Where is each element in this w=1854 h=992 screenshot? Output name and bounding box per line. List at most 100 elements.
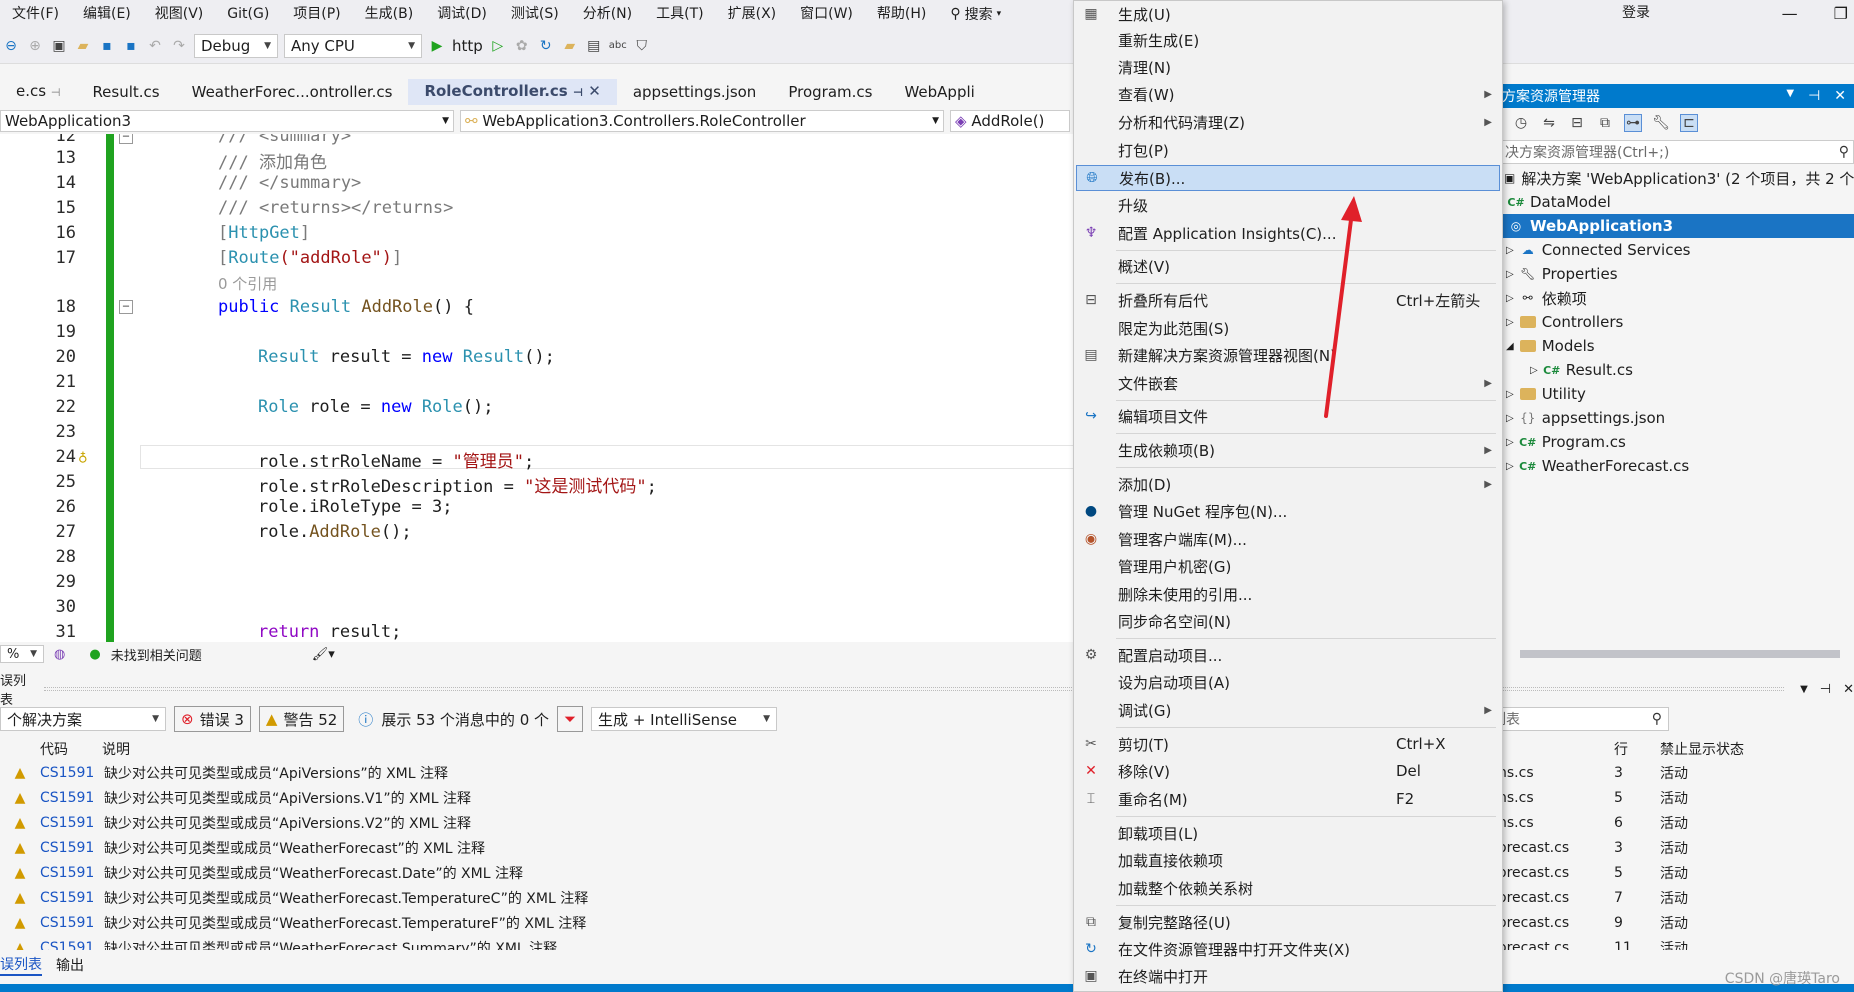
tab-weatherforecast-controller[interactable]: WeatherForec...ontroller.cs: [176, 80, 409, 104]
tab-error-list[interactable]: 误列表: [0, 954, 42, 976]
error-code[interactable]: CS1591: [40, 815, 104, 831]
close-icon[interactable]: ✕: [588, 82, 601, 100]
menu-item-rename[interactable]: ⌶ 重命名(M) F2: [1076, 786, 1500, 812]
menu-view[interactable]: 视图(V): [143, 0, 216, 28]
menu-analyze[interactable]: 分析(N): [571, 0, 644, 28]
login-link[interactable]: 登录: [1622, 2, 1650, 22]
menu-item-open-terminal[interactable]: ▣ 在终端中打开: [1076, 963, 1500, 989]
preview-icon[interactable]: ⊏: [1680, 114, 1698, 132]
brush-icon[interactable]: 🖌︎▾: [312, 647, 335, 662]
expand-arrow-icon[interactable]: ▷: [1506, 317, 1514, 328]
menu-item-rebuild[interactable]: 重新生成(E): [1076, 27, 1500, 53]
error-code[interactable]: CS1591: [40, 890, 104, 906]
menu-project[interactable]: 项目(P): [281, 0, 352, 28]
tab-appsettings[interactable]: appsettings.json: [617, 80, 773, 104]
close-icon[interactable]: ✕: [1834, 88, 1846, 104]
save-icon[interactable]: ▪: [98, 37, 116, 55]
menu-item-pack[interactable]: 打包(P): [1076, 137, 1500, 163]
start-without-debug-icon[interactable]: ▷: [489, 37, 507, 55]
back-icon[interactable]: ⊖: [2, 37, 20, 55]
tree-item-dependencies[interactable]: ▷ ⚯ 依赖项: [1500, 286, 1854, 310]
menu-build[interactable]: 生成(B): [353, 0, 426, 28]
menu-item-unload-project[interactable]: 卸载项目(L): [1076, 820, 1500, 846]
menu-item-clean[interactable]: 清理(N): [1076, 54, 1500, 80]
menu-help[interactable]: 帮助(H): [865, 0, 938, 28]
menu-debug[interactable]: 调试(D): [425, 0, 499, 28]
error-code[interactable]: CS1591: [40, 840, 104, 856]
menu-item-analyze[interactable]: 分析和代码清理(Z) ▶: [1076, 109, 1500, 135]
expand-arrow-icon[interactable]: ▷: [1506, 269, 1514, 280]
member-dropdown[interactable]: ◈ AddRole(): [950, 110, 1070, 132]
tab-output[interactable]: 输出: [56, 955, 84, 975]
menu-item-nuget[interactable]: ● 管理 NuGet 程序包(N)...: [1076, 498, 1500, 524]
column-line[interactable]: 行: [1614, 739, 1628, 759]
tree-item-properties[interactable]: ▷ 🔧︎ Properties: [1500, 262, 1854, 286]
error-code[interactable]: CS1591: [40, 940, 104, 951]
menu-item-edit-project[interactable]: ↪ 编辑项目文件: [1076, 403, 1500, 429]
tab-e-cs[interactable]: e.cs ⊣: [0, 79, 76, 105]
menu-item-cut[interactable]: ✂ 剪切(T) Ctrl+X: [1076, 731, 1500, 757]
tab-result-cs[interactable]: Result.cs: [76, 80, 175, 104]
dropdown-icon[interactable]: ▼: [1800, 684, 1808, 695]
lightbulb-icon[interactable]: ♁: [78, 447, 88, 466]
menu-item-new-view[interactable]: ▤ 新建解决方案资源管理器视图(N): [1076, 342, 1500, 368]
collapse-arrow-icon[interactable]: ◢: [1506, 341, 1514, 352]
collapse-all-icon[interactable]: ⊟: [1568, 114, 1586, 132]
code-editor[interactable]: 12 13 14 15 16 17 18 19 20 21 22 23 24 2…: [0, 134, 1074, 642]
folder-icon[interactable]: ▰: [561, 37, 579, 55]
spellcheck-icon[interactable]: abc: [609, 37, 627, 55]
menu-edit[interactable]: 编辑(E): [71, 0, 143, 28]
tree-item-program-cs[interactable]: ▷ C# Program.cs: [1500, 430, 1854, 454]
menu-item-view[interactable]: 查看(W) ▶: [1076, 81, 1500, 107]
expand-arrow-icon[interactable]: ▷: [1530, 365, 1538, 376]
table-row[interactable]: ▲ CS1591 缺少对公共可见类型或成员“ApiVersions.V1”的 XML…: [0, 785, 1854, 810]
menu-item-build[interactable]: ▦ 生成(U): [1076, 1, 1500, 27]
table-row[interactable]: ▲ CS1591 缺少对公共可见类型或成员“WeatherForecast”的 XM…: [0, 835, 1854, 860]
tree-item-connected-services[interactable]: ▷ ☁ Connected Services: [1500, 238, 1854, 262]
menu-item-app-insights[interactable]: ♆ 配置 Application Insights(C)...: [1076, 220, 1500, 246]
menu-item-load-dep-tree[interactable]: 加载整个依赖关系树: [1076, 875, 1500, 901]
solution-search-input[interactable]: 决方案资源管理器(Ctrl+;) ⚲: [1500, 140, 1854, 164]
menu-item-collapse-all[interactable]: ⊟ 折叠所有后代 Ctrl+左箭头: [1076, 287, 1500, 313]
pin-icon[interactable]: ⊣: [573, 86, 583, 99]
menu-file[interactable]: 文件(F): [0, 0, 71, 28]
error-code[interactable]: CS1591: [40, 765, 104, 781]
menu-item-debug[interactable]: 调试(G) ▶: [1076, 697, 1500, 723]
menu-item-user-secrets[interactable]: 管理用户机密(G): [1076, 553, 1500, 579]
search-box[interactable]: ⚲ 搜索 ▾: [950, 4, 1001, 24]
run-target-label[interactable]: http: [452, 37, 483, 55]
menu-item-remove[interactable]: ✕ 移除(V) Del: [1076, 758, 1500, 784]
menu-item-file-nesting[interactable]: 文件嵌套 ▶: [1076, 370, 1500, 396]
menu-extensions[interactable]: 扩展(X): [716, 0, 789, 28]
tab-webappli[interactable]: WebAppli: [888, 80, 990, 104]
minimize-button[interactable]: —: [1782, 0, 1798, 28]
refresh-icon[interactable]: ↻: [537, 37, 555, 55]
collapse-toggle[interactable]: −: [119, 134, 133, 144]
table-row[interactable]: ▲ CS1591 缺少对公共可见类型或成员“WeatherForecast.Temp…: [0, 910, 1854, 935]
class-dropdown[interactable]: ⚯ WebApplication3.Controllers.RoleContro…: [460, 110, 944, 132]
tree-item-result-cs[interactable]: ▷ C# Result.cs: [1500, 358, 1854, 382]
menu-item-upgrade[interactable]: 升级: [1076, 192, 1500, 218]
menu-item-client-libraries[interactable]: ◉ 管理客户端库(M)...: [1076, 526, 1500, 552]
expand-arrow-icon[interactable]: ▷: [1506, 413, 1514, 424]
menu-window[interactable]: 窗口(W): [788, 0, 865, 28]
table-row[interactable]: ▲ CS1591 缺少对公共可见类型或成员“WeatherForecast.Temp…: [0, 885, 1854, 910]
configuration-select[interactable]: Debug ▼: [194, 33, 278, 58]
bookmark-icon[interactable]: ⛉: [633, 37, 651, 55]
filter-button[interactable]: ⏷: [557, 706, 584, 732]
menu-item-publish[interactable]: 🌐︎ 发布(B)...: [1076, 165, 1500, 191]
menu-git[interactable]: Git(G): [215, 0, 281, 28]
errors-toggle[interactable]: ⊗ 错误 3: [174, 706, 251, 732]
menu-item-scope[interactable]: 限定为此范围(S): [1076, 315, 1500, 341]
table-row[interactable]: ▲ CS1591 缺少对公共可见类型或成员“ApiVersions.V2”的 XML…: [0, 810, 1854, 835]
codelens-references[interactable]: 0 个引用: [218, 273, 277, 294]
menu-item-set-startup[interactable]: 设为启动项目(A): [1076, 669, 1500, 695]
menu-test[interactable]: 测试(S): [499, 0, 571, 28]
menu-item-load-direct-deps[interactable]: 加载直接依赖项: [1076, 847, 1500, 873]
menu-item-copy-path[interactable]: ⧉ 复制完整路径(U): [1076, 909, 1500, 935]
history-icon[interactable]: ◷: [1512, 114, 1530, 132]
menu-item-open-in-explorer[interactable]: ↻ 在文件资源管理器中打开文件夹(X): [1076, 936, 1500, 962]
close-icon[interactable]: ✕: [1843, 682, 1854, 697]
expand-arrow-icon[interactable]: ▷: [1506, 437, 1514, 448]
redo-icon[interactable]: ↷: [170, 37, 188, 55]
